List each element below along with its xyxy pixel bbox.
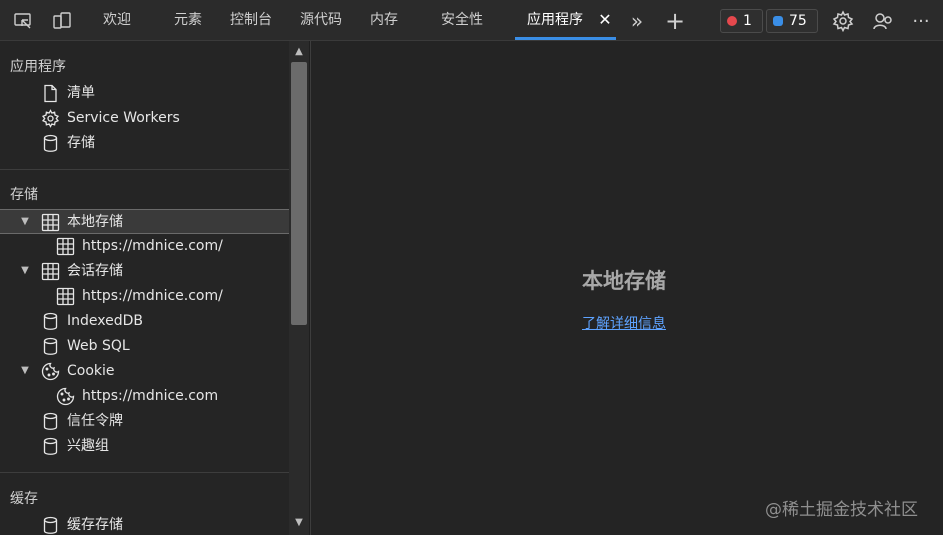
sidebar-item-local-storage-origin[interactable]: https://mdnice.com/: [0, 234, 289, 259]
sidebar-item-label: https://mdnice.com/: [82, 238, 223, 254]
sidebar-item-cache-storage[interactable]: 缓存存储: [0, 513, 289, 535]
tab-welcome[interactable]: 欢迎: [103, 0, 131, 40]
inspect-icon[interactable]: [12, 10, 34, 32]
more-tabs-icon[interactable]: »: [626, 9, 648, 33]
issues-icon: [773, 16, 783, 26]
section-header-application: 应用程序: [10, 59, 66, 75]
database-icon: [43, 134, 58, 152]
sidebar-item-indexeddb[interactable]: IndexedDB: [0, 309, 289, 334]
learn-more-link[interactable]: 了解详细信息: [582, 313, 666, 333]
issues-badge[interactable]: 75: [766, 9, 818, 33]
sidebar-item-service-workers[interactable]: Service Workers: [0, 106, 289, 131]
sidebar-item-manifest[interactable]: 清单: [0, 81, 289, 106]
feedback-icon[interactable]: [872, 10, 894, 32]
devtools-toolbar: 欢迎 元素 控制台 源代码 内存 安全性 应用程序 ✕ » + 1 75 ···: [0, 0, 943, 41]
more-options-icon[interactable]: ···: [909, 10, 933, 32]
add-tab-icon[interactable]: +: [664, 7, 686, 35]
gear-icon: [41, 109, 60, 128]
sidebar-item-storage[interactable]: 存储: [0, 131, 289, 156]
close-tab-icon[interactable]: ✕: [598, 9, 612, 31]
file-icon: [44, 84, 57, 103]
sidebar-item-label: IndexedDB: [67, 313, 143, 329]
section-header-storage: 存储: [10, 187, 38, 203]
tab-application[interactable]: 应用程序: [527, 0, 583, 40]
sidebar-item-label: 存储: [67, 135, 95, 151]
device-emulation-icon[interactable]: [51, 10, 73, 32]
grid-icon: [41, 262, 60, 281]
sidebar-item-label: https://mdnice.com: [82, 388, 219, 404]
tab-console[interactable]: 控制台: [230, 0, 272, 40]
sidebar-item-label: 兴趣组: [67, 438, 109, 454]
tab-security[interactable]: 安全性: [441, 0, 483, 40]
database-icon: [43, 412, 58, 430]
sidebar-item-label: Web SQL: [67, 338, 130, 354]
scroll-down-arrow-icon[interactable]: ▼: [292, 516, 306, 530]
errors-badge[interactable]: 1: [720, 9, 763, 33]
expand-caret-icon[interactable]: ▼: [19, 216, 31, 228]
sidebar-item-label: 清单: [67, 85, 95, 101]
issues-count: 75: [789, 13, 807, 29]
sidebar-item-session-storage-origin[interactable]: https://mdnice.com/: [0, 284, 289, 309]
tab-elements[interactable]: 元素: [174, 0, 202, 40]
cookie-icon: [56, 387, 75, 406]
grid-icon: [56, 287, 75, 306]
expand-caret-icon[interactable]: ▼: [19, 265, 31, 277]
error-icon: [727, 16, 737, 26]
sidebar-item-label: 会话存储: [67, 263, 123, 279]
tab-sources[interactable]: 源代码: [300, 0, 342, 40]
page-title: 本地存储: [582, 269, 666, 293]
section-divider: [0, 169, 289, 170]
sidebar-item-label: Cookie: [67, 363, 115, 379]
sidebar-item-interest-groups[interactable]: 兴趣组: [0, 434, 289, 459]
sidebar-item-trust-tokens[interactable]: 信任令牌: [0, 409, 289, 434]
database-icon: [43, 312, 58, 330]
tab-memory[interactable]: 内存: [370, 0, 398, 40]
section-header-cache: 缓存: [10, 491, 38, 507]
sidebar-item-label: Service Workers: [67, 110, 180, 126]
sidebar-item-label: 本地存储: [67, 214, 123, 230]
grid-icon: [56, 237, 75, 256]
application-sidebar: 应用程序 清单 Service Workers 存储 存储 ▼ 本地存储 htt…: [0, 41, 289, 535]
sidebar-item-cookie[interactable]: ▼ Cookie: [0, 359, 289, 384]
database-icon: [43, 337, 58, 355]
sidebar-item-web-sql[interactable]: Web SQL: [0, 334, 289, 359]
scrollbar-thumb[interactable]: [291, 62, 307, 325]
sidebar-item-label: 信任令牌: [67, 413, 123, 429]
sidebar-item-label: https://mdnice.com/: [82, 288, 223, 304]
grid-icon: [41, 213, 60, 232]
database-icon: [43, 516, 58, 534]
watermark: @稀土掘金技术社区: [765, 500, 918, 520]
expand-caret-icon[interactable]: ▼: [19, 365, 31, 377]
errors-count: 1: [743, 13, 752, 29]
database-icon: [43, 437, 58, 455]
cookie-icon: [41, 362, 60, 381]
active-tab-indicator: [515, 37, 616, 40]
sidebar-item-session-storage[interactable]: ▼ 会话存储: [0, 259, 289, 284]
sidebar-item-label: 缓存存储: [67, 517, 123, 533]
sidebar-item-local-storage[interactable]: ▼ 本地存储: [0, 209, 289, 234]
settings-gear-icon[interactable]: [832, 10, 854, 32]
section-divider: [0, 472, 289, 473]
scroll-up-arrow-icon[interactable]: ▲: [292, 45, 306, 59]
sidebar-item-cookie-origin[interactable]: https://mdnice.com: [0, 384, 289, 409]
